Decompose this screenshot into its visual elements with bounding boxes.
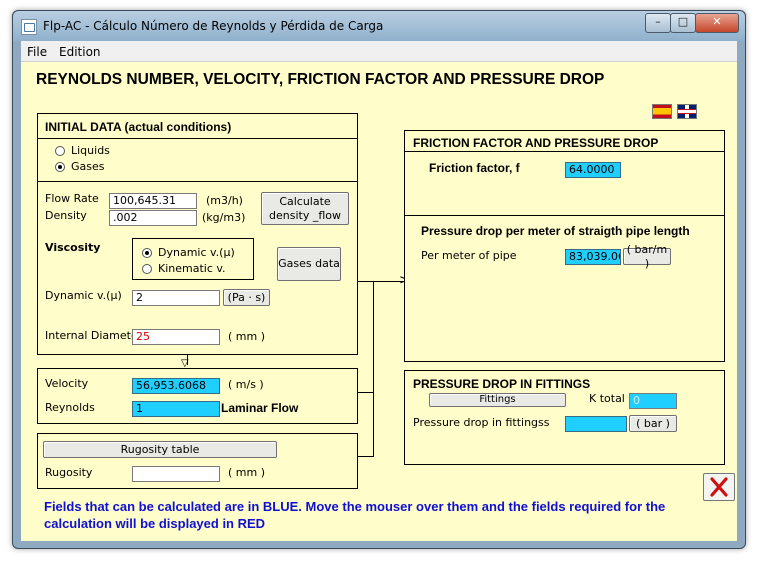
fittings-pressure-drop-label: Pressure drop in fittingss: [413, 416, 550, 429]
divider: [37, 181, 358, 182]
dynamic-viscosity-radio[interactable]: [142, 248, 152, 258]
per-meter-output[interactable]: 83,039.061: [565, 249, 621, 265]
friction-factor-label: Friction factor, f: [429, 161, 520, 175]
title-bar[interactable]: Flp-AC - Cálculo Número de Reynolds y Pé…: [13, 11, 745, 41]
page-title: REYNOLDS NUMBER, VELOCITY, FRICTION FACT…: [36, 71, 605, 88]
menu-bar: File Edition: [21, 41, 737, 62]
gases-data-button[interactable]: Gases data: [277, 247, 341, 281]
rugosity-table-button[interactable]: Rugosity table: [43, 441, 277, 458]
flow-type-label: Laminar Flow: [221, 401, 299, 415]
friction-factor-output[interactable]: 64.0000: [565, 162, 621, 178]
internal-diameter-input[interactable]: 25: [132, 329, 220, 345]
reynolds-label: Reynolds: [45, 401, 95, 414]
dynamic-viscosity-label: Dynamic v.(µ): [45, 289, 122, 302]
app-icon: [21, 19, 37, 35]
internal-diameter-label: Internal Diameter: [45, 329, 143, 342]
liquids-label: Liquids: [71, 144, 110, 157]
reynolds-output[interactable]: 1: [132, 401, 220, 417]
per-meter-label: Per meter of pipe: [421, 249, 517, 262]
calculate-density-button[interactable]: Calculate density _flow: [261, 192, 349, 225]
fittings-pressure-unit-button[interactable]: ( bar ): [629, 415, 677, 432]
divider: [404, 151, 725, 152]
rugosity-input[interactable]: [132, 466, 220, 482]
flow-rate-label: Flow Rate: [45, 192, 99, 205]
connector-line: [373, 281, 374, 457]
uk-flag-icon[interactable]: [677, 104, 697, 119]
dynamic-viscosity-unit-button[interactable]: (Pa · s): [223, 289, 270, 306]
velocity-output[interactable]: 56,953.6068: [132, 378, 220, 394]
velocity-unit: ( m/s ): [228, 378, 264, 391]
red-x-icon: [710, 477, 728, 497]
client-area: File Edition REYNOLDS NUMBER, VELOCITY, …: [21, 41, 737, 541]
internal-diameter-unit: ( mm ): [228, 330, 266, 343]
density-label: Density: [45, 209, 87, 222]
exit-button[interactable]: [703, 473, 735, 501]
menu-edition[interactable]: Edition: [59, 45, 101, 59]
k-total-label: K total: [589, 392, 625, 405]
dynamic-viscosity-radio-label: Dynamic v.(µ): [158, 246, 235, 259]
per-meter-unit-button[interactable]: ( bar/m ): [623, 243, 671, 270]
kinematic-viscosity-radio[interactable]: [142, 264, 152, 274]
app-window: Flp-AC - Cálculo Número de Reynolds y Pé…: [12, 10, 746, 549]
friction-title: FRICTION FACTOR AND PRESSURE DROP: [413, 136, 659, 150]
window-title: Flp-AC - Cálculo Número de Reynolds y Pé…: [43, 19, 384, 33]
kinematic-viscosity-radio-label: Kinematic v.: [158, 262, 226, 275]
liquids-radio[interactable]: [55, 146, 65, 156]
viscosity-label: Viscosity: [45, 241, 101, 254]
spanish-flag-icon[interactable]: [652, 104, 672, 119]
density-unit: (kg/m3): [202, 211, 246, 224]
k-total-output[interactable]: 0: [629, 393, 677, 409]
fittings-button[interactable]: Fittings: [429, 393, 566, 407]
help-note: Fields that can be calculated are in BLU…: [44, 499, 666, 531]
velocity-label: Velocity: [45, 377, 89, 390]
density-input[interactable]: .002: [109, 210, 197, 226]
pressure-drop-per-meter-title: Pressure drop per meter of straigth pipe…: [421, 224, 690, 238]
minimize-button[interactable]: –: [645, 13, 671, 33]
maximize-button[interactable]: □: [670, 13, 696, 33]
connector-line: [358, 392, 373, 393]
divider: [37, 138, 358, 139]
connector-line: [358, 456, 373, 457]
rugosity-unit: ( mm ): [228, 466, 266, 479]
flow-rate-unit: (m3/h): [206, 194, 243, 207]
flow-rate-input[interactable]: 100,645.31: [109, 193, 197, 209]
rugosity-label: Rugosity: [45, 466, 93, 479]
connector-line: [358, 281, 373, 282]
initial-data-title: INITIAL DATA (actual conditions): [45, 120, 232, 134]
menu-file[interactable]: File: [27, 45, 47, 59]
divider: [404, 215, 725, 216]
fittings-title: PRESSURE DROP IN FITTINGS: [413, 377, 591, 391]
gases-label: Gases: [71, 160, 105, 173]
fittings-pressure-drop-output[interactable]: [565, 416, 627, 432]
gases-radio[interactable]: [55, 162, 65, 172]
dynamic-viscosity-input[interactable]: 2: [132, 290, 220, 306]
close-button[interactable]: ✕: [695, 13, 739, 33]
